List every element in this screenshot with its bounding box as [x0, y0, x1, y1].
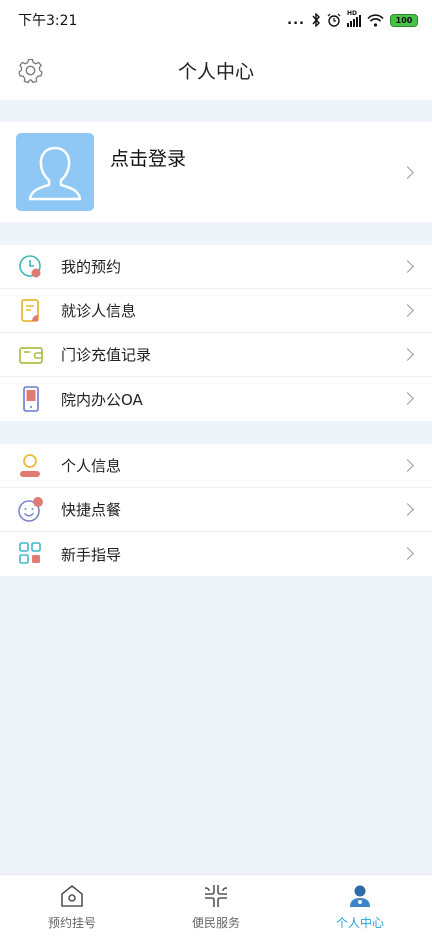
home-icon — [61, 885, 83, 907]
chevron-right-icon — [401, 304, 414, 317]
menu-item-office-oa[interactable]: 院内办公OA — [0, 377, 432, 421]
services-icon — [204, 885, 228, 907]
chevron-right-icon — [401, 348, 414, 361]
wifi-icon — [367, 13, 384, 27]
tab-label: 便民服务 — [191, 916, 240, 930]
menu-item-label: 院内办公OA — [61, 390, 143, 409]
tab-personal-center[interactable]: 个人中心 — [288, 875, 432, 936]
grid-icon — [19, 542, 41, 564]
menu-item-beginner-guide[interactable]: 新手指导 — [0, 532, 432, 576]
chevron-right-icon — [401, 547, 414, 560]
tab-appointment[interactable]: 预约挂号 — [0, 875, 144, 936]
person-icon — [20, 454, 40, 477]
user-silhouette-icon — [28, 146, 82, 201]
menu-group-1: 我的预约 就诊人信息 门诊充值记录 院内办公OA — [0, 245, 432, 421]
menu-item-label: 我的预约 — [61, 258, 122, 276]
signal-icon: HD — [347, 10, 361, 27]
menu-item-label: 快捷点餐 — [61, 501, 122, 519]
menu-item-recharge-records[interactable]: 门诊充值记录 — [0, 333, 432, 377]
login-label[interactable]: 点击登录 — [110, 144, 186, 171]
chevron-right-icon — [401, 260, 414, 273]
battery-icon: 100 — [390, 13, 418, 27]
smile-icon — [18, 497, 43, 522]
tab-services[interactable]: 便民服务 — [144, 875, 288, 936]
avatar[interactable] — [16, 133, 94, 211]
chevron-right-icon — [401, 503, 414, 516]
menu-item-label: 新手指导 — [61, 545, 122, 564]
chevron-right-icon — [401, 166, 414, 179]
menu-item-appointments[interactable]: 我的预约 — [0, 245, 432, 289]
menu-item-quick-meal[interactable]: 快捷点餐 — [0, 488, 432, 532]
menu-group-2: 个人信息 快捷点餐 新手指导 — [0, 444, 432, 576]
phone-icon — [23, 386, 39, 412]
status-icons: ... HD 100 — [287, 10, 418, 28]
login-card[interactable]: 点击登录 — [0, 122, 432, 222]
menu-item-label: 个人信息 — [61, 457, 122, 475]
page-title: 个人中心 — [177, 60, 254, 83]
chevron-right-icon — [401, 459, 414, 472]
gear-icon[interactable] — [17, 57, 44, 84]
more-dots-icon: ... — [287, 12, 305, 28]
menu-item-label: 门诊充值记录 — [61, 346, 152, 364]
user-icon — [350, 885, 370, 907]
menu-item-personal-info[interactable]: 个人信息 — [0, 444, 432, 488]
wallet-icon — [19, 347, 43, 364]
alarm-icon — [327, 13, 341, 27]
tab-label: 预约挂号 — [47, 916, 96, 930]
status-time: 下午3:21 — [18, 13, 78, 29]
menu-item-label: 就诊人信息 — [61, 302, 137, 320]
document-icon — [21, 299, 39, 322]
tab-label: 个人中心 — [335, 916, 384, 930]
bluetooth-icon — [312, 13, 320, 27]
page-header: 个人中心 — [0, 40, 432, 100]
bottom-tab-bar: 预约挂号 便民服务 个人中心 — [0, 874, 432, 936]
chevron-right-icon — [401, 392, 414, 405]
clock-icon — [19, 255, 41, 278]
menu-item-patient-info[interactable]: 就诊人信息 — [0, 289, 432, 333]
hd-label: HD — [347, 10, 358, 17]
status-bar: 下午3:21 ... HD 100 — [0, 0, 432, 40]
